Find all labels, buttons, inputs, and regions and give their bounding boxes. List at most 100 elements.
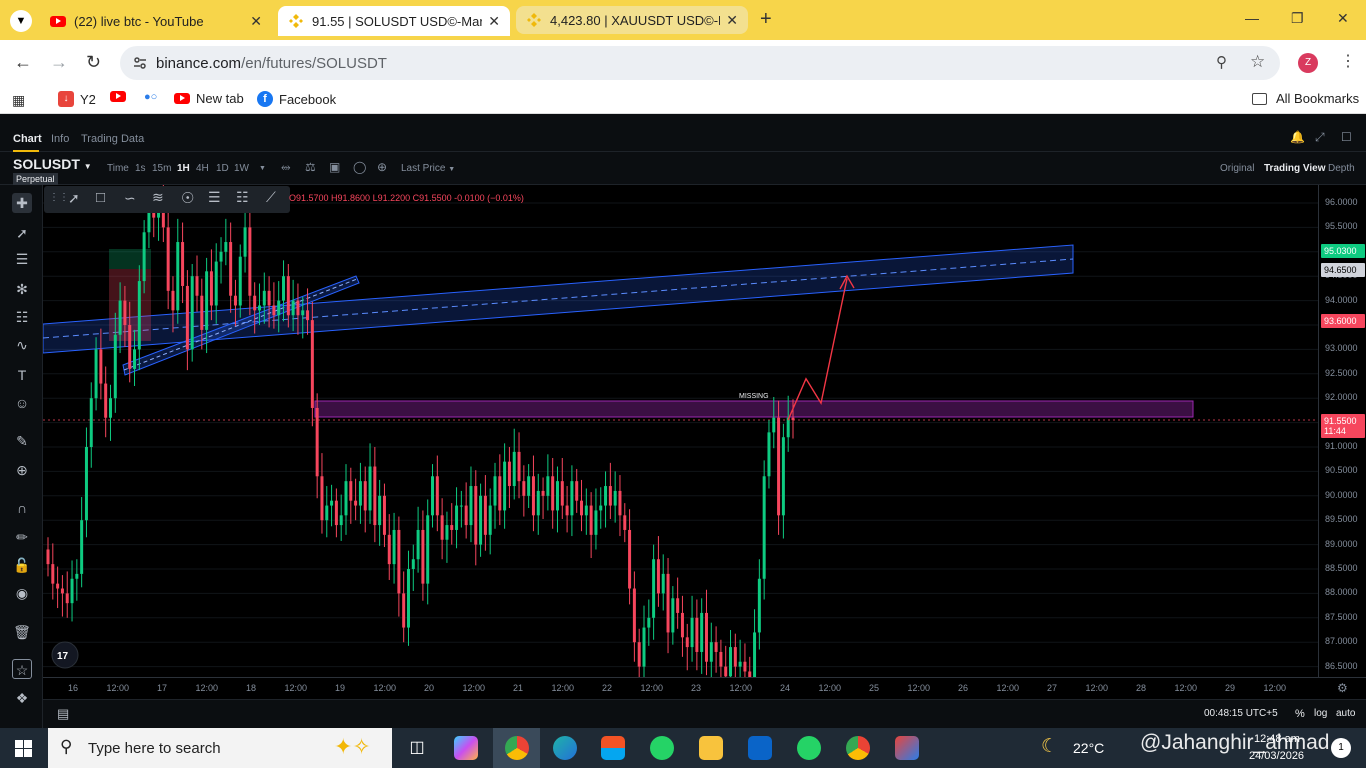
windows-start-icon[interactable] xyxy=(15,740,32,757)
chart-type-icon[interactable]: ⥈ xyxy=(281,160,291,175)
restore-icon[interactable]: ❐ xyxy=(1291,10,1304,27)
add-icon[interactable]: ⊕ xyxy=(377,160,387,174)
chrome-icon[interactable] xyxy=(505,736,529,760)
draw-rect-icon[interactable]: □ xyxy=(96,189,105,206)
view-trading-view[interactable]: Trading View xyxy=(1264,163,1326,174)
draw-circle-icon[interactable]: ☉ xyxy=(181,189,194,207)
emoji-icon[interactable]: ☺ xyxy=(12,393,32,413)
interval-1d[interactable]: 1D xyxy=(216,163,229,174)
minimize-icon[interactable]: — xyxy=(1245,10,1259,26)
new-tab-plus-icon[interactable]: + xyxy=(760,8,772,31)
browser-tab-xauusdt[interactable]: 4,423.80 | XAUUSDT USD©-Ma ✕ xyxy=(516,6,748,34)
favorites-star-icon[interactable]: ☆ xyxy=(12,659,32,679)
auto-scale-toggle[interactable]: auto xyxy=(1336,708,1355,719)
draw-channel-icon[interactable]: ☷ xyxy=(236,189,249,206)
site-settings-icon[interactable] xyxy=(132,55,148,71)
all-bookmarks[interactable]: All Bookmarks xyxy=(1252,91,1359,106)
forward-arrow-icon[interactable]: → xyxy=(50,52,68,73)
nav-trading-data[interactable]: Trading Data xyxy=(81,133,144,145)
more-intervals-icon[interactable]: ▼ xyxy=(259,165,266,172)
view-original[interactable]: Original xyxy=(1220,163,1254,174)
date-range-icon[interactable]: ▤ xyxy=(57,706,69,722)
close-tab-icon[interactable]: ✕ xyxy=(726,12,738,29)
price-source-select[interactable]: Last Price ▼ xyxy=(401,163,455,174)
prediction-icon[interactable]: ☷ xyxy=(12,307,32,327)
bookmark-facebook[interactable]: f Facebook xyxy=(257,91,336,107)
file-explorer-icon[interactable] xyxy=(699,736,723,760)
chart-canvas[interactable]: MISSING 17 xyxy=(43,185,1318,677)
copilot-app-icon[interactable] xyxy=(454,736,478,760)
indicators-icon[interactable]: ⚖ xyxy=(305,160,316,174)
percent-scale-toggle[interactable]: % xyxy=(1295,708,1305,720)
zoom-in-icon[interactable]: ⊕ xyxy=(12,460,32,480)
lock-icon[interactable]: 🔓 xyxy=(12,555,32,575)
trend-line-icon[interactable]: ➚ xyxy=(12,223,32,243)
taskbar-search[interactable]: ⚲ Type here to search ✦✧ xyxy=(48,728,392,768)
draw-zigzag-icon[interactable]: ≋ xyxy=(152,189,164,206)
interval-time[interactable]: Time xyxy=(107,163,129,174)
layers-icon[interactable]: ❖ xyxy=(12,688,32,708)
trash-icon[interactable]: 🗑 xyxy=(12,622,32,642)
brush-icon[interactable]: ∿ xyxy=(12,335,32,355)
ruler-icon[interactable]: ✎ xyxy=(12,431,32,451)
expand-icon[interactable]: ⤢ xyxy=(1315,130,1325,145)
bookmark-link[interactable]: ●○ xyxy=(144,91,157,103)
clock-time[interactable]: 12:48 am xyxy=(1254,733,1300,745)
symbol-selector[interactable]: SOLUSDT ▼ xyxy=(13,156,92,172)
outlook-icon[interactable] xyxy=(748,736,772,760)
reload-icon[interactable]: ↻ xyxy=(86,52,101,73)
draw-line-icon[interactable]: ➚ xyxy=(68,190,80,207)
draw-fib-icon[interactable]: ☰ xyxy=(208,189,221,206)
close-tab-icon[interactable]: ✕ xyxy=(488,13,500,30)
close-panel-icon[interactable]: ☐ xyxy=(1341,130,1352,144)
interval-15m[interactable]: 15m xyxy=(152,163,171,174)
tab-search-chevron-icon[interactable]: ▼ xyxy=(10,10,32,32)
time-axis[interactable]: 16 12:00 17 12:00 18 12:00 19 12:00 20 12:00 21 12:… xyxy=(43,677,1366,699)
interval-4h[interactable]: 4H xyxy=(196,163,209,174)
whatsapp-icon[interactable] xyxy=(650,736,674,760)
settings-icon[interactable]: ◯ xyxy=(353,160,366,174)
nav-info[interactable]: Info xyxy=(51,133,69,145)
zoom-icon[interactable]: ⚲ xyxy=(1216,53,1227,71)
price-axis[interactable]: 96.000095.500095.000094.500094.000093.50… xyxy=(1318,185,1366,677)
axis-settings-icon[interactable]: ⚙ xyxy=(1337,681,1348,695)
fib-icon[interactable]: ☰ xyxy=(12,249,32,269)
lock-drawing-icon[interactable]: ✏ xyxy=(12,527,32,547)
magnet-icon[interactable]: ∩ xyxy=(12,498,32,518)
menu-kebab-icon[interactable]: ⋮ xyxy=(1340,51,1356,71)
draw-ray-icon[interactable]: ⟋ xyxy=(266,189,276,206)
apps-grid-icon[interactable]: ▦ xyxy=(12,92,25,109)
draw-path-icon[interactable]: ∽ xyxy=(124,190,136,207)
drag-handle-icon[interactable]: ⋮⋮ xyxy=(49,192,69,203)
bookmark-new-tab[interactable]: New tab xyxy=(174,91,244,106)
bookmark-y2[interactable]: ↓ Y2 xyxy=(58,91,96,107)
browser-tab-solusdt[interactable]: 91.55 | SOLUSDT USD©-Margin ✕ xyxy=(278,6,510,36)
close-tab-icon[interactable]: ✕ xyxy=(250,13,262,30)
store-icon[interactable] xyxy=(601,736,625,760)
task-view-icon[interactable]: ◫ xyxy=(405,736,429,760)
notification-icon[interactable]: 1 xyxy=(1331,738,1351,758)
close-window-icon[interactable]: ✕ xyxy=(1337,10,1349,27)
profile-avatar[interactable]: Z xyxy=(1298,53,1318,73)
alert-bell-icon[interactable]: 🔔 xyxy=(1290,130,1305,144)
bookmark-youtube[interactable] xyxy=(110,91,132,102)
view-depth[interactable]: Depth xyxy=(1328,163,1355,174)
snipping-tool-icon[interactable] xyxy=(895,736,919,760)
interval-1s[interactable]: 1s xyxy=(135,163,146,174)
whatsapp-2-icon[interactable] xyxy=(797,736,821,760)
browser-tab-youtube[interactable]: (22) live btc - YouTube ✕ xyxy=(40,6,272,36)
edge-icon[interactable] xyxy=(553,736,577,760)
nav-chart[interactable]: Chart xyxy=(13,133,42,145)
utc-clock[interactable]: 00:48:15 UTC+5 xyxy=(1204,708,1278,719)
camera-icon[interactable]: ▣ xyxy=(329,160,340,174)
clock-date[interactable]: 24/03/2026 xyxy=(1249,750,1304,762)
crosshair-icon[interactable]: ✚ xyxy=(12,193,32,213)
interval-1h[interactable]: 1H xyxy=(177,163,190,174)
text-icon[interactable]: T xyxy=(12,365,32,385)
eye-icon[interactable]: ◉ xyxy=(12,583,32,603)
bookmark-star-icon[interactable]: ☆ xyxy=(1250,52,1265,72)
back-arrow-icon[interactable]: ← xyxy=(14,52,32,73)
chrome-profile-icon[interactable] xyxy=(846,736,870,760)
pattern-icon[interactable]: ✻ xyxy=(12,279,32,299)
omnibox[interactable]: binance.com/en/futures/SOLUSDT ⚲ ☆ xyxy=(120,46,1280,80)
